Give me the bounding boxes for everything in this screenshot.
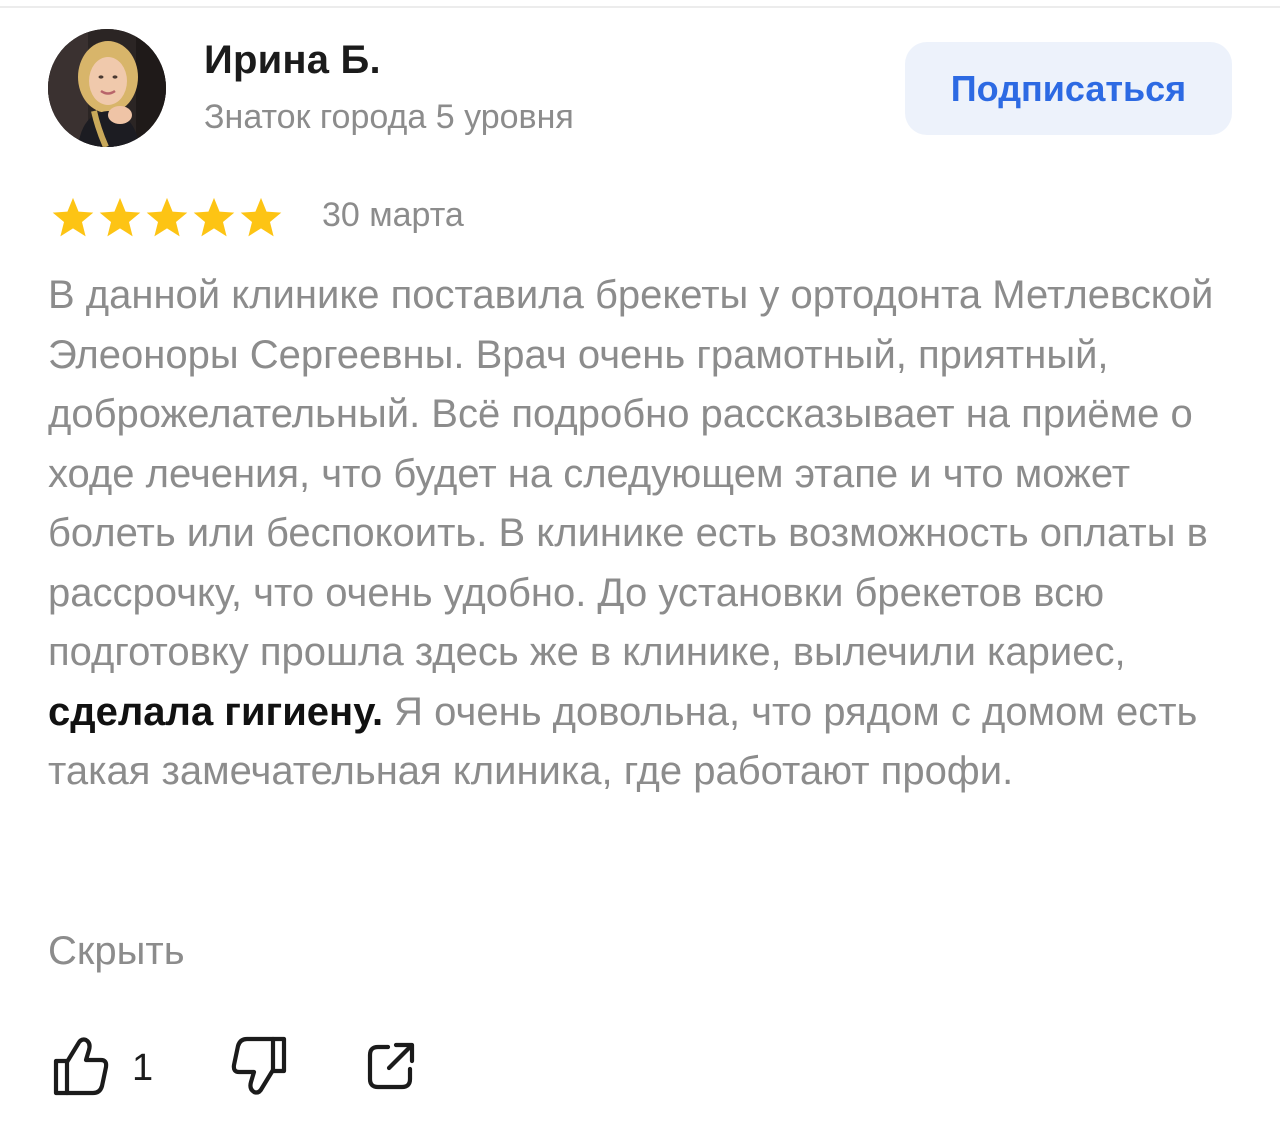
review-text-before: В данной клинике поставила брекеты у орт… bbox=[48, 273, 1214, 674]
thumbs-up-icon bbox=[52, 1035, 110, 1102]
star-rating bbox=[50, 196, 285, 240]
review-text: В данной клинике поставила брекеты у орт… bbox=[48, 266, 1248, 802]
review-date: 30 марта bbox=[322, 196, 464, 234]
review-text-highlight: сделала гигиену. bbox=[48, 689, 384, 734]
avatar[interactable] bbox=[48, 29, 166, 147]
subscribe-button[interactable]: Подписаться bbox=[905, 42, 1232, 135]
like-button[interactable]: 1 bbox=[52, 1036, 153, 1100]
like-count: 1 bbox=[132, 1046, 154, 1089]
share-button[interactable] bbox=[364, 1036, 418, 1100]
thumbs-down-icon bbox=[230, 1035, 288, 1102]
star-icon bbox=[193, 197, 235, 237]
collapse-link[interactable]: Скрыть bbox=[48, 922, 185, 982]
top-divider bbox=[0, 6, 1280, 8]
author-level: Знаток города 5 уровня bbox=[204, 98, 574, 136]
author-name[interactable]: Ирина Б. bbox=[204, 38, 381, 83]
star-icon bbox=[240, 197, 282, 237]
star-icon bbox=[52, 197, 94, 237]
star-icon bbox=[146, 197, 188, 237]
share-icon bbox=[364, 1039, 418, 1098]
star-icon bbox=[99, 197, 141, 237]
dislike-button[interactable] bbox=[230, 1036, 288, 1100]
